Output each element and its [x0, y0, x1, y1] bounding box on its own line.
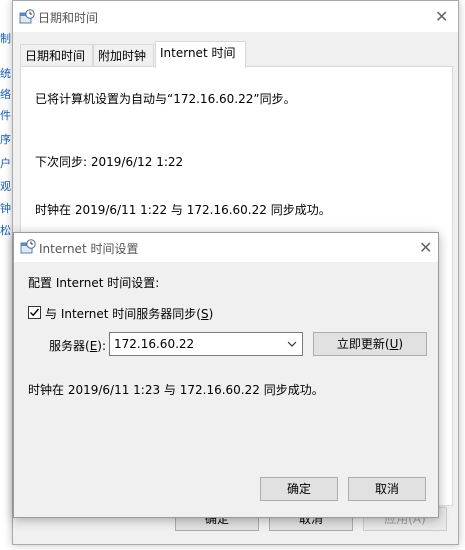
- sync-label-hotkey: S: [200, 307, 209, 321]
- strip-char: 观: [0, 180, 11, 193]
- strip-char: 序: [0, 133, 11, 146]
- strip-char: 户: [0, 157, 11, 170]
- background-window-strip: 制 统 络 件 序 户 观 钟 松: [0, 0, 12, 550]
- strip-char: 络: [0, 88, 11, 101]
- update-label-suffix: ): [398, 337, 404, 351]
- server-combobox[interactable]: 172.16.60.22: [109, 332, 303, 356]
- tab-internet-time[interactable]: Internet 时间: [155, 41, 246, 68]
- sync-checkbox-label[interactable]: 与 Internet 时间服务器同步(S): [45, 305, 213, 322]
- modal-ok-button[interactable]: 确定: [260, 477, 338, 501]
- strip-char: 件: [0, 109, 11, 122]
- sync-label-suffix: ): [208, 307, 214, 321]
- modal-title-bar[interactable]: Internet 时间设置 ✕: [14, 233, 438, 262]
- status-text: 时钟在 2019/6/11 1:23 与 172.16.60.22 同步成功。: [28, 383, 324, 397]
- close-icon[interactable]: ✕: [419, 238, 432, 257]
- strip-char: 统: [0, 67, 11, 80]
- config-heading: 配置 Internet 时间设置:: [28, 276, 160, 290]
- strip-char: 松: [0, 224, 11, 237]
- server-label-suffix: ):: [97, 339, 107, 353]
- tab-date-time[interactable]: 日期和时间: [20, 44, 93, 68]
- sync-checkbox[interactable]: [28, 306, 41, 319]
- date-time-icon: [20, 239, 36, 255]
- next-sync-text: 下次同步: 2019/6/12 1:22: [35, 155, 184, 169]
- server-value: 172.16.60.22: [114, 337, 195, 351]
- modal-title: Internet 时间设置: [39, 242, 139, 256]
- checkmark-icon: [30, 308, 40, 317]
- server-label: 服务器(E):: [49, 337, 106, 354]
- window-title: 日期和时间: [38, 11, 99, 25]
- last-sync-text: 时钟在 2019/6/11 1:22 与 172.16.60.22 同步成功。: [35, 203, 331, 217]
- auto-sync-text: 已将计算机设置为自动与“172.16.60.22”同步。: [35, 92, 296, 106]
- chevron-down-icon[interactable]: [286, 337, 298, 351]
- title-bar[interactable]: 日期和时间 ✕: [13, 1, 458, 32]
- date-time-icon: [19, 9, 35, 25]
- update-now-button[interactable]: 立即更新(U): [313, 332, 427, 356]
- update-label-prefix: 立即更新(: [336, 337, 390, 351]
- close-icon[interactable]: ✕: [435, 7, 448, 26]
- internet-time-settings-dialog: Internet 时间设置 ✕ 配置 Internet 时间设置: 与 Inte…: [13, 232, 439, 518]
- strip-char: 钟: [0, 202, 11, 215]
- modal-cancel-button[interactable]: 取消: [348, 477, 426, 501]
- server-label-prefix: 服务器(: [49, 339, 90, 353]
- tab-additional-clocks[interactable]: 附加时钟: [93, 44, 154, 68]
- sync-label-prefix: 与 Internet 时间服务器同步(: [45, 307, 201, 321]
- strip-char: 制: [0, 32, 11, 45]
- background-window-right-edge: [459, 0, 465, 550]
